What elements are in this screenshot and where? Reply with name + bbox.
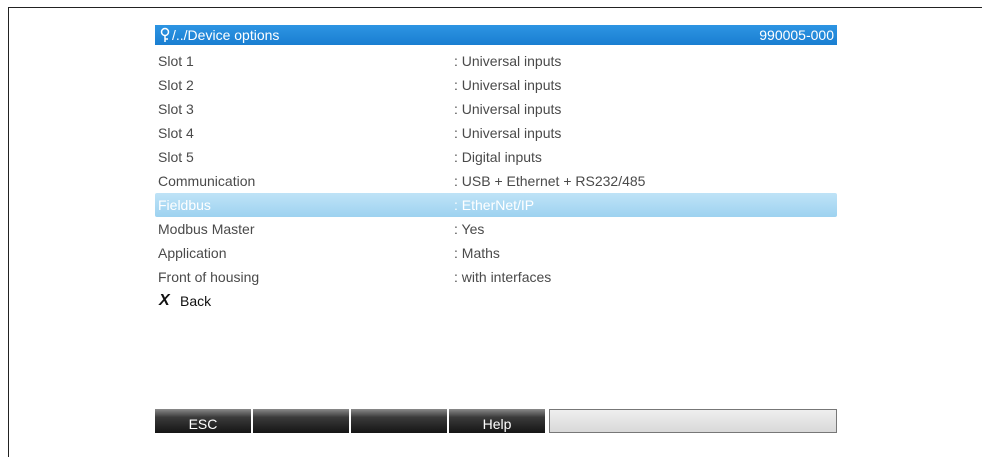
list-item-selected[interactable]: Fieldbus : EtherNet/IP	[155, 193, 837, 217]
softkey-2[interactable]	[253, 409, 351, 433]
option-label: Slot 4	[158, 125, 194, 141]
list-item[interactable]: Communication : USB + Ethernet + RS232/4…	[155, 169, 837, 193]
list-item[interactable]: Slot 4 : Universal inputs	[155, 121, 837, 145]
option-label: Application	[158, 245, 227, 261]
frame-left-border	[8, 7, 9, 457]
option-label: Fieldbus	[158, 197, 211, 213]
list-item[interactable]: Modbus Master : Yes	[155, 217, 837, 241]
option-value: : Yes	[454, 221, 485, 237]
option-label: Modbus Master	[158, 221, 255, 237]
device-code: 990005-000	[759, 27, 834, 43]
esc-softkey[interactable]: ESC	[155, 409, 253, 433]
option-value: : Universal inputs	[454, 77, 562, 93]
list-item[interactable]: Slot 1 : Universal inputs	[155, 49, 837, 73]
list-item[interactable]: Front of housing : with interfaces	[155, 265, 837, 289]
menu-key-icon	[158, 27, 172, 43]
option-label: Slot 1	[158, 53, 194, 69]
option-label: Slot 3	[158, 101, 194, 117]
softkey-bar: ESC Help	[155, 409, 837, 433]
back-item[interactable]: X Back	[155, 289, 837, 313]
option-value: : Digital inputs	[454, 149, 542, 165]
option-value: : EtherNet/IP	[454, 197, 535, 213]
list-item[interactable]: Slot 2 : Universal inputs	[155, 73, 837, 97]
option-value: : Universal inputs	[454, 53, 562, 69]
option-label: Slot 5	[158, 149, 194, 165]
device-screen: /../Device options 990005-000 Slot 1 : U…	[155, 25, 837, 435]
help-softkey[interactable]: Help	[449, 409, 547, 433]
title-bar: /../Device options 990005-000	[155, 25, 837, 45]
option-label: Communication	[158, 173, 256, 189]
option-value: : with interfaces	[454, 269, 552, 285]
softkey-3[interactable]	[351, 409, 449, 433]
option-label: Front of housing	[158, 269, 260, 285]
list-item[interactable]: Slot 3 : Universal inputs	[155, 97, 837, 121]
option-value: : USB + Ethernet + RS232/485	[454, 173, 646, 189]
frame-top-border	[8, 7, 982, 8]
back-label: Back	[180, 293, 212, 309]
option-value: : Universal inputs	[454, 101, 562, 117]
option-label: Slot 2	[158, 77, 194, 93]
option-value: : Universal inputs	[454, 125, 562, 141]
breadcrumb: /../Device options	[172, 27, 280, 43]
close-x-icon: X	[159, 292, 170, 309]
option-value: : Maths	[454, 245, 500, 261]
list-item[interactable]: Slot 5 : Digital inputs	[155, 145, 837, 169]
status-field	[549, 409, 837, 433]
options-list: Slot 1 : Universal inputs Slot 2 : Unive…	[155, 49, 837, 313]
list-item[interactable]: Application : Maths	[155, 241, 837, 265]
